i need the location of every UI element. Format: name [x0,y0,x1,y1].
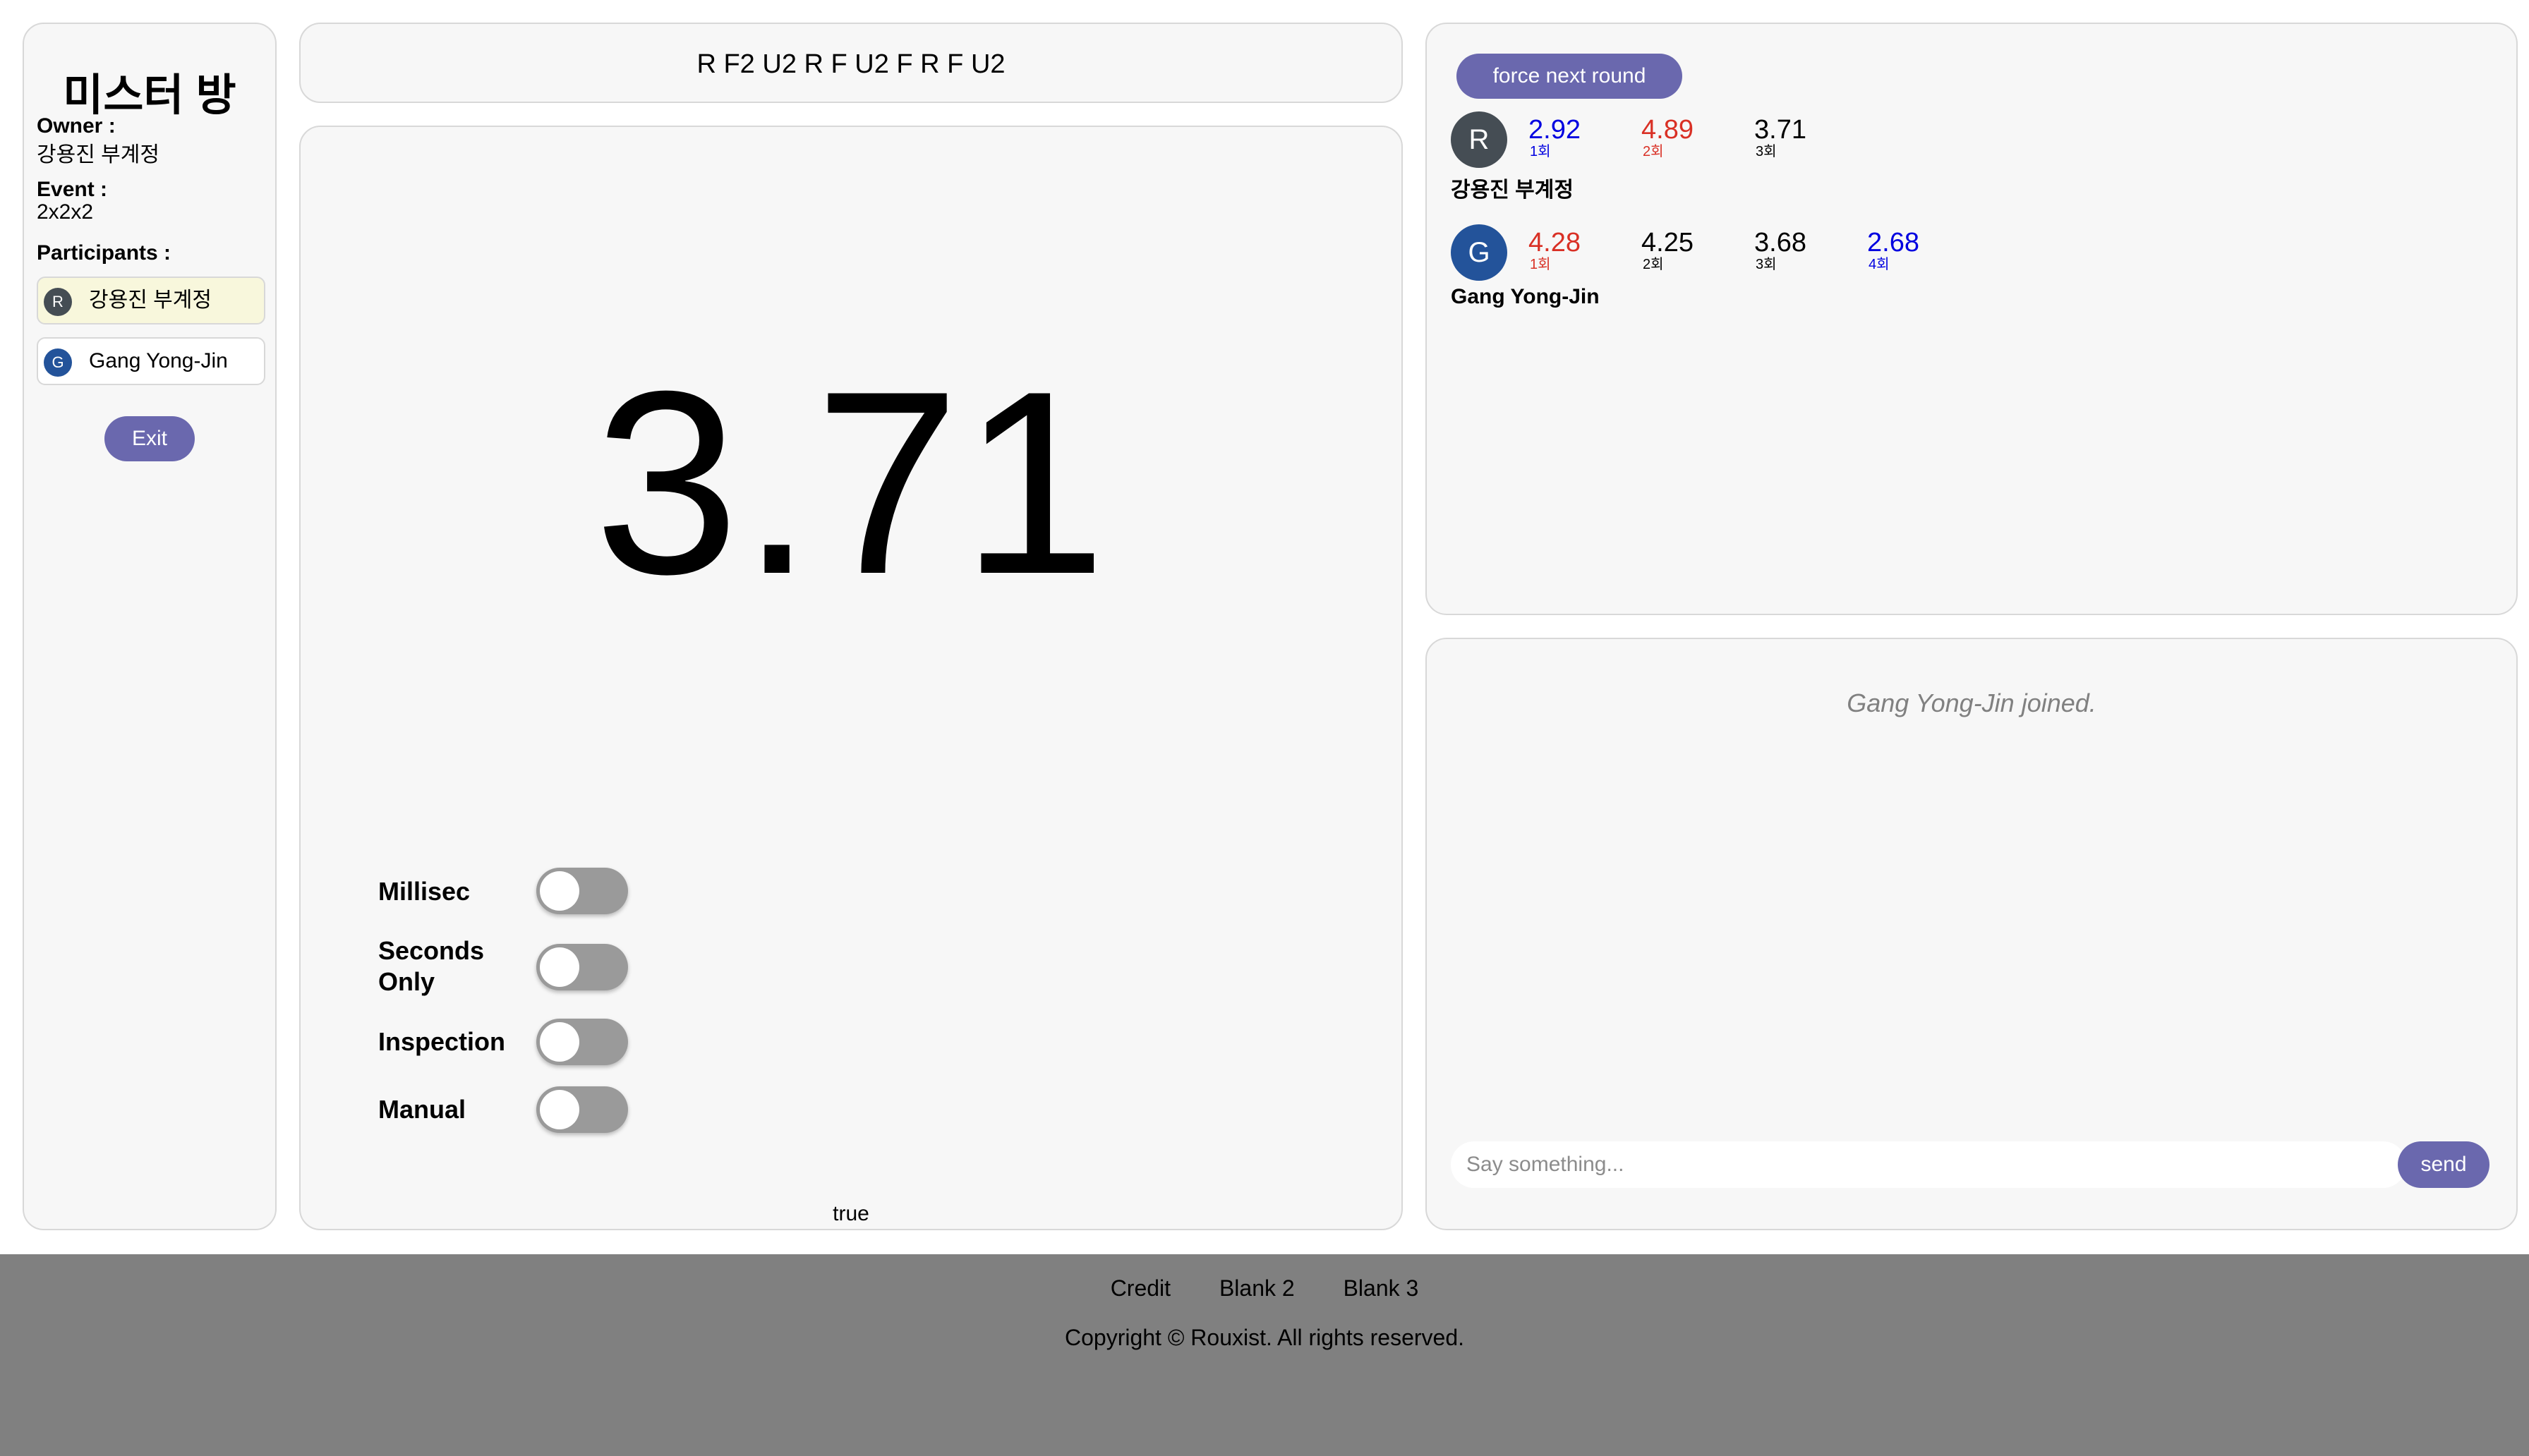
room-title: 미스터 방 [63,71,236,120]
solve-time: 4.28 [1528,228,1581,257]
footer-links: Credit Blank 2 Blank 3 [0,1275,2529,1302]
chat-panel: Gang Yong-Jin joined. send [1425,638,2518,1230]
inspection-toggle[interactable] [536,1019,628,1065]
solve-time: 4.25 [1641,228,1694,257]
footer-link-blank-3[interactable]: Blank 3 [1344,1275,1419,1302]
solve-result: 3.71 3회 [1754,116,1853,159]
solve-time: 4.89 [1641,115,1694,145]
seconds-only-label: Seconds Only [378,936,485,996]
participant-item[interactable]: R 강용진 부계정 [37,277,265,324]
toggle-knob [540,1022,579,1062]
scramble-text: R F2 U2 R F U2 F R F U2 [696,49,1006,79]
millisec-toggle[interactable] [536,868,628,914]
chat-message: Gang Yong-Jin joined. [1847,688,2096,717]
solve-result: 4.25 2회 [1641,229,1740,272]
inspection-label: Inspection [378,1027,506,1056]
copyright-text: Copyright © Rouxist. All rights reserved… [1064,1325,1464,1350]
solve-result: 2.92 1회 [1528,116,1627,159]
solve-result: 2.68 4회 [1867,229,1966,272]
participant-name: 강용진 부계정 [89,289,212,312]
toggle-knob [540,871,579,911]
participants-label: Participants : [37,241,171,265]
solve-time: 2.92 [1528,115,1581,145]
seconds-only-toggle[interactable] [536,944,628,990]
solve-time: 3.68 [1754,228,1806,257]
result-user-name: Gang Yong-Jin [1451,285,1600,308]
timer-display[interactable]: 3.71 [301,353,1401,614]
force-next-round-button[interactable]: force next round [1456,54,1682,99]
toggle-knob [540,947,579,987]
status-text: true [833,1202,869,1225]
manual-label: Manual [378,1095,466,1124]
solve-result: 3.68 3회 [1754,229,1853,272]
footer: Credit Blank 2 Blank 3 Copyright © Rouxi… [0,1254,2529,1456]
solve-result: 4.28 1회 [1528,229,1627,272]
solve-result: 4.89 2회 [1641,116,1740,159]
timer-panel[interactable]: 3.71 Millisec Seconds Only Inspection Ma… [299,126,1403,1230]
avatar: G [44,348,72,377]
exit-button[interactable]: Exit [104,416,195,461]
solve-time: 3.71 [1754,115,1806,145]
scramble-panel: R F2 U2 R F U2 F R F U2 [299,23,1403,103]
participant-name: Gang Yong-Jin [89,349,228,372]
solve-round: 1회 [1530,257,1551,272]
chat-input[interactable] [1451,1141,2406,1188]
avatar: G [1451,224,1507,281]
results-panel: force next round R 2.92 1회 4.89 2회 3.71 … [1425,23,2518,615]
room-info-panel: 미스터 방 Owner : 강용진 부계정 Event : 2x2x2 Part… [23,23,277,1230]
millisec-label: Millisec [378,877,471,906]
owner-value: 강용진 부계정 [37,143,159,166]
participant-item[interactable]: G Gang Yong-Jin [37,337,265,385]
event-label: Event : [37,178,108,201]
footer-link-blank-2[interactable]: Blank 2 [1219,1275,1295,1302]
avatar: R [1451,111,1507,168]
solve-round: 2회 [1643,257,1664,272]
solve-round: 4회 [1869,257,1890,272]
toggle-knob [540,1090,579,1129]
send-button[interactable]: send [2398,1141,2489,1188]
owner-label: Owner : [37,114,116,138]
solve-round: 3회 [1756,144,1777,159]
solve-round: 2회 [1643,144,1664,159]
manual-toggle[interactable] [536,1086,628,1133]
solve-round: 1회 [1530,144,1551,159]
solve-time: 2.68 [1867,228,1919,257]
event-value: 2x2x2 [37,200,94,224]
result-user-name: 강용진 부계정 [1451,178,1574,202]
solve-round: 3회 [1756,257,1777,272]
footer-link-credit[interactable]: Credit [1111,1275,1171,1302]
avatar: R [44,288,72,316]
